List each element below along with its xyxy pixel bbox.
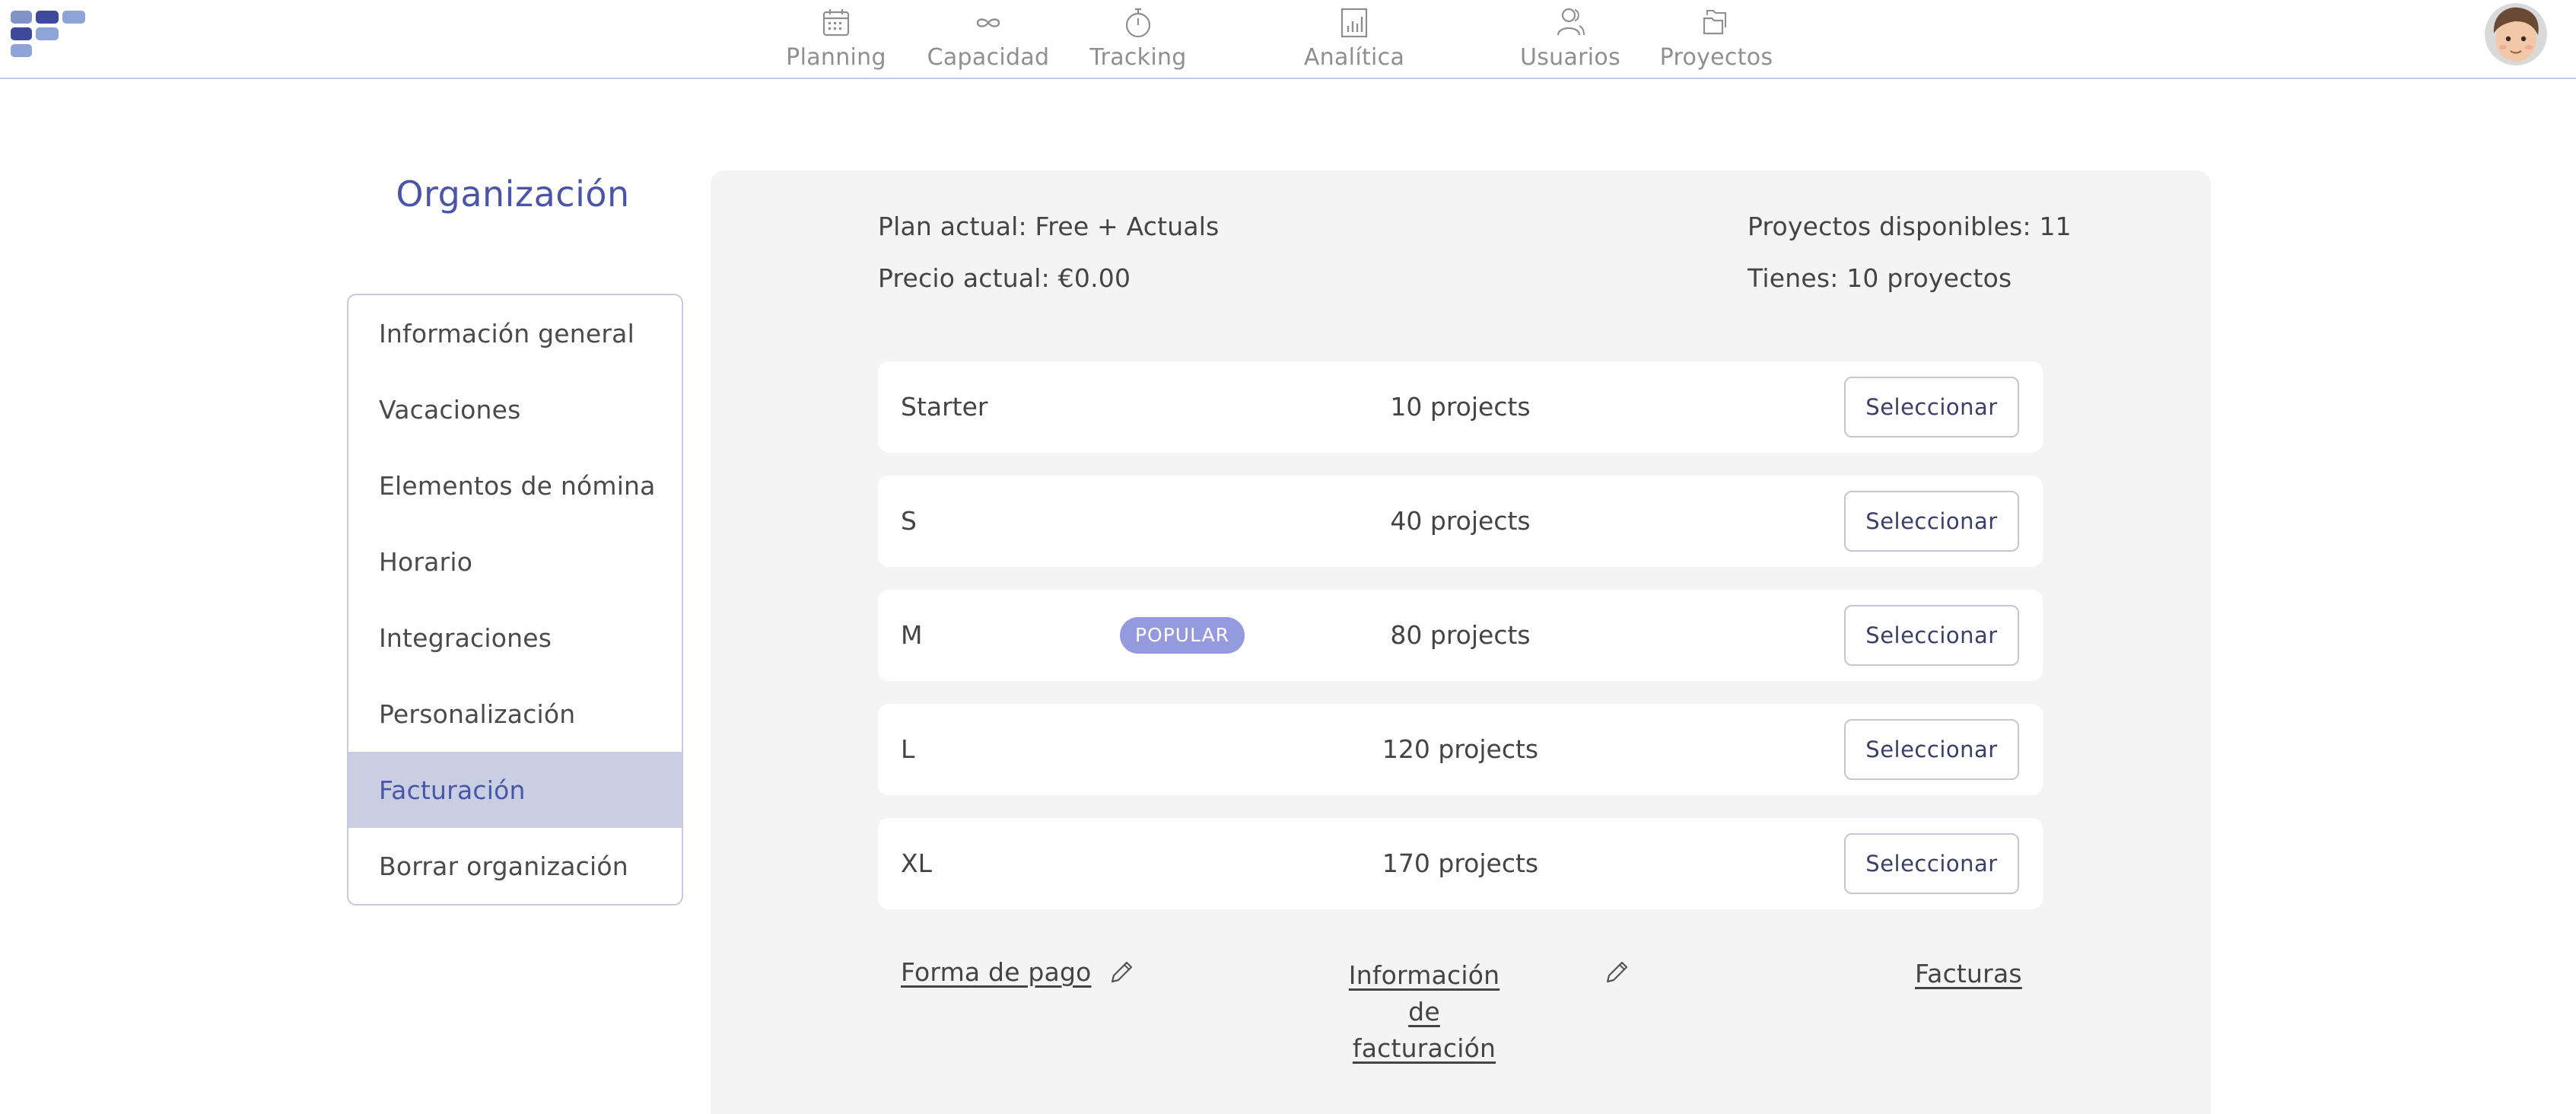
nav-label: Proyectos (1659, 44, 1773, 71)
invoices-link[interactable]: Facturas (1915, 959, 2022, 988)
plan-name: M (901, 620, 923, 650)
edit-pencil-icon[interactable] (1601, 957, 1632, 988)
plan-name: Starter (901, 392, 988, 422)
select-plan-button[interactable]: Seleccionar (1844, 491, 2019, 552)
popular-badge: POPULAR (1120, 617, 1245, 654)
edit-pencil-icon[interactable] (1106, 957, 1137, 988)
plan-row-starter: Starter 10 projects Seleccionar (878, 361, 2043, 453)
nav-label: Usuarios (1519, 44, 1621, 71)
logo-block (11, 11, 32, 24)
nav-label: Tracking (1089, 44, 1187, 71)
top-navigation-bar: Planning Capacidad Tracking Analítica Us… (0, 0, 2576, 79)
sidebar-item-integraciones[interactable]: Integraciones (348, 600, 682, 676)
payment-method-link[interactable]: Forma de pago (901, 957, 1092, 987)
logo-block (36, 11, 59, 24)
infinity-icon (976, 18, 1000, 27)
owned-projects-text: Tienes: 10 proyectos (1748, 263, 2012, 293)
plan-name: XL (901, 848, 932, 878)
folders-icon (1703, 10, 1726, 35)
plan-row-s: S 40 projects Seleccionar (878, 476, 2043, 567)
app-logo[interactable] (11, 11, 87, 59)
page-title: Organización (396, 173, 630, 215)
current-plan-text: Plan actual: Free + Actuals (878, 212, 1220, 241)
nav-planning[interactable]: Planning (781, 0, 892, 76)
nav-label: Analítica (1303, 44, 1405, 71)
select-plan-button[interactable]: Seleccionar (1844, 833, 2019, 894)
billing-info-line2: facturación (1352, 1033, 1496, 1063)
logo-block (11, 44, 32, 57)
billing-info-line1: Información de (1348, 960, 1500, 1026)
avatar-face-icon (2485, 3, 2547, 65)
current-price-text: Precio actual: €0.00 (878, 263, 1131, 293)
sidebar-item-horario[interactable]: Horario (348, 524, 682, 600)
nav-analitica[interactable]: Analítica (1299, 0, 1409, 76)
calendar-icon (822, 9, 850, 37)
logo-block (11, 27, 32, 40)
plan-name: L (901, 734, 915, 764)
settings-sidebar: Información general Vacaciones Elementos… (347, 294, 683, 906)
nav-capacidad[interactable]: Capacidad (927, 0, 1050, 76)
sidebar-item-personalizacion[interactable]: Personalización (348, 676, 682, 752)
stopwatch-icon (1125, 8, 1151, 38)
logo-block (36, 27, 59, 40)
nav-usuarios[interactable]: Usuarios (1517, 0, 1624, 76)
logo-block (62, 11, 85, 24)
nav-proyectos[interactable]: Proyectos (1658, 0, 1774, 76)
sidebar-item-informacion-general[interactable]: Información general (348, 295, 682, 371)
sidebar-item-vacaciones[interactable]: Vacaciones (348, 371, 682, 447)
select-plan-button[interactable]: Seleccionar (1844, 719, 2019, 780)
plan-row-m: M POPULAR 80 projects Seleccionar (878, 590, 2043, 681)
select-plan-button[interactable]: Seleccionar (1844, 377, 2019, 438)
select-plan-button[interactable]: Seleccionar (1844, 605, 2019, 666)
sidebar-item-facturacion[interactable]: Facturación (348, 752, 682, 828)
nav-label: Capacidad (927, 44, 1050, 71)
user-avatar[interactable] (2485, 3, 2547, 65)
sidebar-item-borrar-organizacion[interactable]: Borrar organización (348, 828, 682, 904)
plan-row-xl: XL 170 projects Seleccionar (878, 818, 2043, 909)
billing-info-link[interactable]: Información de facturación (1331, 957, 1517, 1067)
users-icon (1557, 8, 1585, 36)
bar-chart-icon (1340, 8, 1368, 38)
nav-label: Planning (786, 44, 886, 71)
available-projects-text: Proyectos disponibles: 11 (1748, 212, 2072, 241)
plan-row-l: L 120 projects Seleccionar (878, 704, 2043, 795)
nav-tracking[interactable]: Tracking (1083, 0, 1193, 76)
plan-name: S (901, 506, 917, 536)
sidebar-item-elementos-de-nomina[interactable]: Elementos de nómina (348, 447, 682, 524)
